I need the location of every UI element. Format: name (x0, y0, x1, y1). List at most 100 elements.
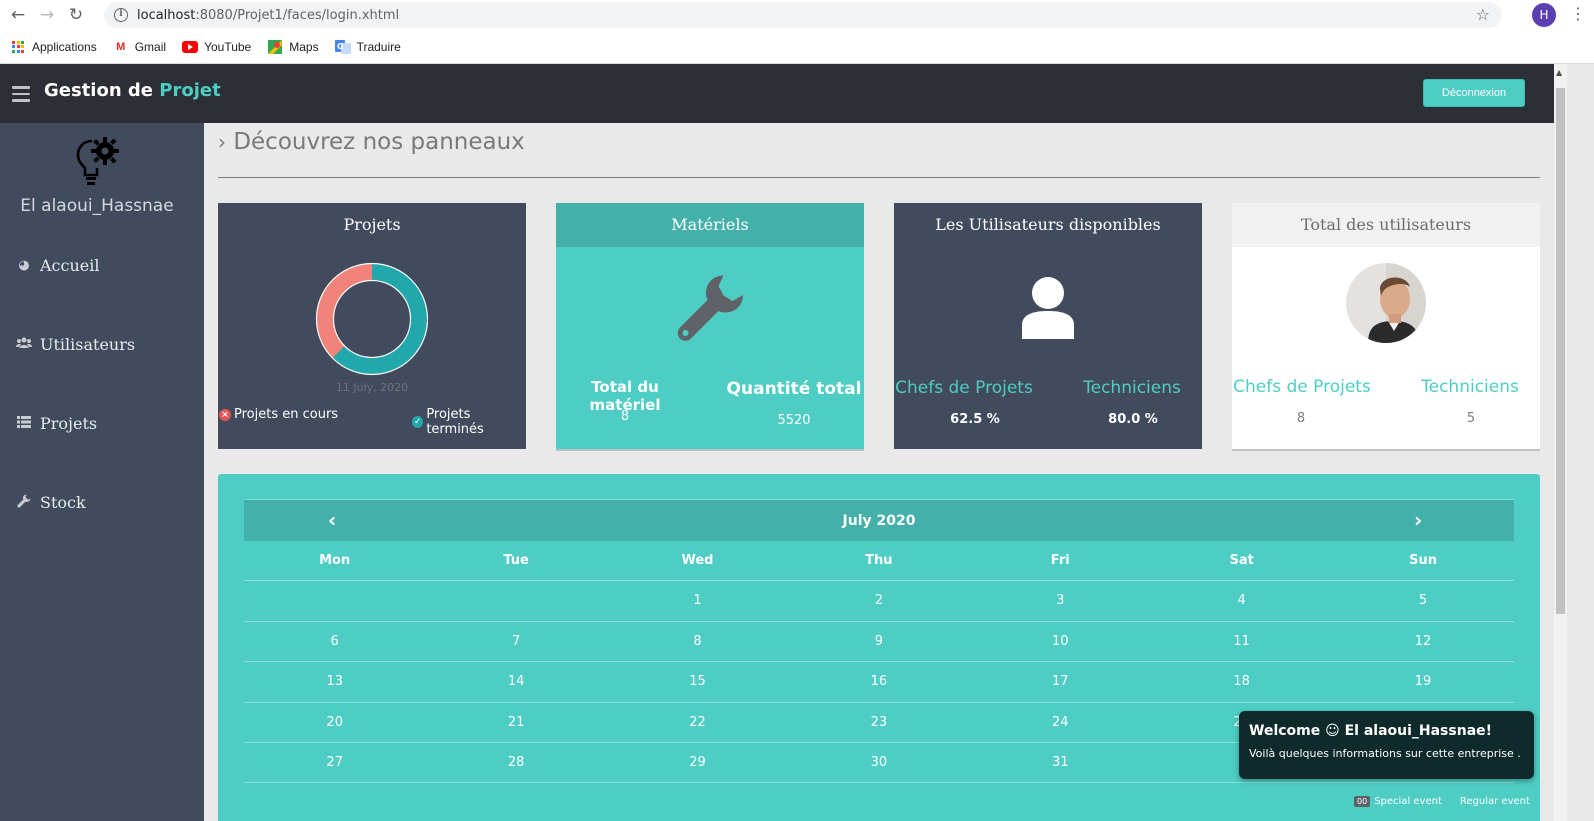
page-scrollbar[interactable]: ▲ (1554, 64, 1567, 821)
bookmark-traduire[interactable]: G Traduire (334, 39, 401, 54)
url-path: :8080/Projet1/faces/login.xhtml (195, 7, 400, 23)
info-icon[interactable]: i (114, 8, 128, 22)
chefs-label: Chefs de Projets (1233, 377, 1371, 397)
address-bar[interactable]: i localhost:8080/Projet1/faces/login.xht… (104, 2, 1502, 28)
panel-users-total: Total des utilisateurs Chefs de Projets … (1232, 203, 1540, 449)
chevron-right-icon[interactable]: › (1414, 508, 1422, 532)
forward-icon[interactable]: → (36, 4, 58, 26)
panel-title: Les Utilisateurs disponibles (935, 215, 1161, 234)
total-materiel-value: 8 (620, 409, 630, 424)
calendar-day-cell[interactable]: 19 (1332, 662, 1513, 701)
back-icon[interactable]: ← (7, 4, 29, 26)
calendar-day-cell[interactable]: 18 (1151, 662, 1332, 701)
calendar-day-cell[interactable]: 27 (244, 743, 425, 782)
calendar-day-cell[interactable]: 16 (788, 662, 969, 701)
calendar-day-cell[interactable]: 13 (244, 662, 425, 701)
calendar-day-cell[interactable]: 17 (970, 662, 1151, 701)
calendar-day-cell[interactable]: 28 (425, 743, 606, 782)
sidebar-item-stock[interactable]: Stock (16, 493, 86, 512)
dashboard-icon: ◕ (18, 258, 30, 273)
calendar-legend: 00 Special event Regular event (1354, 796, 1530, 807)
calendar-day-cell[interactable]: 12 (1332, 622, 1513, 661)
panel-title: Matériels (556, 203, 864, 247)
projects-donut-chart (315, 262, 429, 376)
bookmark-star-icon[interactable]: ☆ (1476, 5, 1490, 24)
legend-done: ✓ Projets terminés (412, 407, 526, 437)
scroll-thumb[interactable] (1556, 88, 1565, 614)
chevron-right-icon: › (218, 130, 226, 154)
weekday-header: Tue (503, 553, 529, 568)
calendar-day-cell[interactable]: 3 (970, 581, 1151, 620)
legend-label: Projets terminés (426, 407, 484, 437)
bookmark-label: Applications (32, 39, 97, 54)
quantite-total-value: 5520 (777, 413, 811, 428)
legend-special-event: Special event (1374, 796, 1442, 807)
bookmark-gmail[interactable]: M Gmail (113, 40, 166, 54)
wrench-icon (676, 273, 746, 347)
reload-icon[interactable]: ↻ (65, 4, 87, 26)
calendar-day-cell[interactable]: 4 (1151, 581, 1332, 620)
user-avatar-photo (1346, 263, 1426, 347)
calendar-day-cell[interactable]: 15 (607, 662, 788, 701)
title-divider (218, 177, 1540, 178)
chart-date: 11 July, 2020 (335, 381, 409, 394)
sidebar-item-utilisateurs[interactable]: Utilisateurs (16, 335, 135, 354)
techniciens-percent: 80.0 % (1108, 412, 1158, 427)
calendar-day-cell[interactable]: 21 (425, 703, 606, 742)
calendar-day-cell[interactable] (425, 581, 606, 620)
bookmarks-bar: Applications M Gmail YouTube Maps G Trad… (0, 30, 1594, 64)
chefs-label: Chefs de Projets (895, 378, 1033, 398)
chevron-left-icon[interactable]: ‹ (328, 508, 336, 532)
logout-button[interactable]: Déconnexion (1423, 79, 1525, 107)
calendar-day-cell[interactable]: 30 (788, 743, 969, 782)
calendar-day-cell[interactable]: 31 (970, 743, 1151, 782)
calendar-day-cell[interactable]: 7 (425, 622, 606, 661)
profile-avatar[interactable]: H (1532, 3, 1556, 27)
sidebar-item-projets[interactable]: Projets (16, 414, 97, 433)
calendar-day-cell[interactable]: 9 (788, 622, 969, 661)
calendar-day-cell[interactable]: 29 (607, 743, 788, 782)
youtube-icon (182, 40, 199, 54)
browser-menu-icon[interactable]: ⋮ (1570, 4, 1586, 23)
chefs-percent: 62.5 % (950, 412, 1000, 427)
hamburger-menu-icon[interactable] (12, 86, 30, 106)
calendar-day-cell[interactable]: 24 (970, 703, 1151, 742)
bookmark-maps[interactable]: Maps (267, 39, 319, 54)
scroll-up-arrow-icon[interactable]: ▲ (1556, 68, 1562, 77)
calendar-day-cell[interactable] (244, 581, 425, 620)
calendar-day-cell[interactable]: 1 (607, 581, 788, 620)
bookmark-label: YouTube (204, 39, 252, 54)
legend-badge: 00 (1354, 796, 1371, 807)
calendar-day-cell[interactable]: 14 (425, 662, 606, 701)
weekday-header: Mon (319, 553, 351, 568)
weekday-header: Sun (1409, 553, 1437, 568)
calendar-weekday-row: Mon Tue Wed Thu Fri Sat Sun (244, 541, 1514, 582)
calendar-day-cell[interactable]: 22 (607, 703, 788, 742)
calendar-day-cell[interactable]: 11 (1151, 622, 1332, 661)
app-header: Gestion de Projet Déconnexion (0, 64, 1564, 123)
gmail-icon: M (116, 40, 126, 53)
calendar-day-cell[interactable]: 8 (607, 622, 788, 661)
sidebar-item-label: Accueil (40, 256, 100, 275)
weekday-header: Fri (1050, 553, 1070, 568)
weekday-header: Wed (681, 553, 714, 568)
close-circle-icon: × (219, 408, 231, 421)
bookmark-youtube[interactable]: YouTube (182, 40, 251, 54)
calendar-day-cell[interactable]: 6 (244, 622, 425, 661)
calendar-day-cell[interactable]: 23 (788, 703, 969, 742)
chefs-count: 8 (1296, 411, 1306, 426)
panel-title: Projets (343, 215, 401, 234)
apps-grid-icon (10, 40, 26, 54)
bookmark-applications[interactable]: Applications (10, 40, 97, 54)
legend-in-progress: × Projets en cours (219, 407, 338, 422)
sidebar: El alaoui_Hassnae ◕ Accueil Utilisateurs… (0, 123, 204, 821)
calendar-day-cell[interactable]: 20 (244, 703, 425, 742)
calendar-day-cell[interactable]: 5 (1332, 581, 1513, 620)
welcome-toast: Welcome ☺ El alaoui_Hassnae! Voilà quelq… (1239, 711, 1534, 779)
calendar-day-cell[interactable]: 2 (788, 581, 969, 620)
calendar-day-cell[interactable]: 10 (970, 622, 1151, 661)
donut-inner-border (332, 279, 412, 359)
sidebar-item-accueil[interactable]: ◕ Accueil (16, 256, 99, 275)
brand-title: Gestion de Projet (44, 80, 221, 101)
calendar-month-title: July 2020 (842, 513, 916, 529)
